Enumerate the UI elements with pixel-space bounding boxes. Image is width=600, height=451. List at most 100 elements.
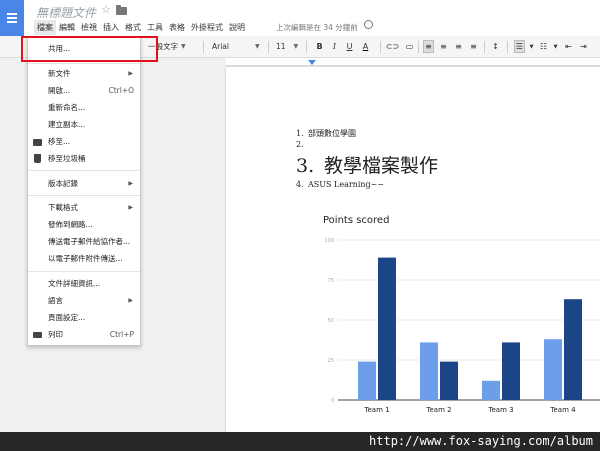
menu-item-publish[interactable]: 發佈到網路... — [28, 218, 140, 231]
chart-bar — [564, 299, 582, 400]
menu-addons[interactable]: 外掛程式 — [188, 20, 226, 35]
menu-item-download-as[interactable]: 下載格式 ▶ — [28, 201, 140, 214]
history-icon[interactable] — [364, 20, 373, 29]
submenu-arrow-icon: ▶ — [128, 180, 133, 187]
chart-bar — [440, 361, 458, 400]
menu-divider — [28, 271, 140, 272]
y-tick-label: 50 — [328, 318, 334, 324]
list-item[interactable]: 4. ASUS Learning~~ — [296, 180, 384, 189]
chart-bar — [544, 339, 562, 400]
ruler[interactable] — [226, 58, 600, 66]
menu-item-move-to[interactable]: 移至... — [28, 135, 140, 148]
highlight-box — [21, 36, 158, 62]
chart-bar — [358, 361, 376, 400]
menu-file[interactable]: 檔案 — [34, 20, 56, 35]
y-tick-label: 0 — [331, 398, 334, 404]
line-spacing-icon[interactable]: ↕ — [490, 40, 501, 53]
indent-marker[interactable] — [308, 60, 316, 65]
bold-button[interactable]: B — [314, 40, 325, 53]
italic-button[interactable]: I — [329, 40, 340, 53]
font-select[interactable]: Arial ▼ — [212, 40, 260, 53]
menu-help[interactable]: 說明 — [226, 20, 248, 35]
y-tick-label: 25 — [328, 358, 334, 364]
menu-item-document-details[interactable]: 文件詳細資訊... — [28, 277, 140, 290]
chevron-down-icon: ▼ — [293, 43, 299, 50]
list-item-heading[interactable]: 3. 教學檔案製作 — [296, 151, 438, 178]
folder-icon — [33, 139, 42, 146]
menu-item-email-attachment[interactable]: 以電子郵件附件傳送... — [28, 252, 140, 265]
menu-bar: 檔案 編輯 檢視 插入 格式 工具 表格 外掛程式 說明 — [34, 20, 248, 35]
watermark-url: http://www.fox-saying.com/album — [369, 434, 593, 448]
menu-divider — [28, 170, 140, 171]
menu-table[interactable]: 表格 — [166, 20, 188, 35]
align-right-icon[interactable]: ≡ — [453, 40, 464, 53]
chevron-down-icon: ▼ — [254, 43, 260, 50]
star-icon[interactable]: ☆ — [101, 3, 111, 16]
submenu-arrow-icon: ▶ — [128, 70, 133, 77]
align-center-icon[interactable]: ≡ — [438, 40, 449, 53]
docs-home-icon[interactable] — [0, 0, 24, 36]
decrease-indent-icon[interactable]: ⇤ — [563, 40, 574, 53]
menu-tools[interactable]: 工具 — [144, 20, 166, 35]
chart-bar — [378, 257, 396, 400]
toolbar-divider — [268, 41, 269, 53]
menu-divider — [28, 195, 140, 196]
menu-item-page-setup[interactable]: 頁面設定... — [28, 311, 140, 324]
menu-edit[interactable]: 編輯 — [56, 20, 78, 35]
menu-item-email-collaborators[interactable]: 傳送電子郵件給協作者... — [28, 235, 140, 248]
align-justify-icon[interactable]: ≡ — [468, 40, 479, 53]
embedded-chart[interactable]: Points scored 0 25 50 75 100 Team 1 Team 2 Team… — [310, 208, 600, 422]
chart-bar — [502, 342, 520, 400]
text-color-button[interactable]: A — [360, 40, 371, 53]
submenu-arrow-icon: ▶ — [128, 204, 133, 211]
menu-item-open[interactable]: 開啟... Ctrl+O — [28, 84, 140, 97]
menu-item-new[interactable]: 新文件 ▶ — [28, 67, 140, 80]
last-edit-status[interactable]: 上次編輯是在 34 分鐘前 — [276, 22, 358, 33]
y-tick-label: 75 — [328, 278, 334, 284]
underline-button[interactable]: U — [344, 40, 355, 53]
x-tick-label: Team 1 — [363, 406, 389, 414]
list-item[interactable]: 2. — [296, 140, 308, 149]
y-tick-label: 100 — [324, 238, 334, 244]
align-left-icon[interactable]: ≡ — [423, 40, 434, 53]
folder-icon[interactable] — [116, 5, 127, 15]
chevron-down-icon[interactable]: ▼ — [550, 40, 561, 53]
chart-bar — [482, 380, 500, 400]
x-tick-label: Team 2 — [425, 406, 451, 414]
trash-icon — [34, 154, 41, 163]
comment-icon[interactable]: ▭ — [404, 40, 415, 53]
list-item[interactable]: 1. 部頭數位學園 — [296, 128, 356, 139]
link-icon[interactable]: ⊂⊃ — [386, 40, 399, 53]
watermark-bar: http://www.fox-saying.com/album — [0, 432, 600, 451]
print-icon — [33, 332, 42, 338]
menu-item-make-copy[interactable]: 建立副本... — [28, 118, 140, 131]
app-header: 無標題文件 ☆ 檔案 編輯 檢視 插入 格式 工具 表格 外掛程式 說明 上次編… — [0, 0, 600, 36]
toolbar-divider — [507, 41, 508, 53]
numbered-list-icon[interactable]: ☰ — [514, 40, 525, 53]
chevron-down-icon[interactable]: ▼ — [526, 40, 537, 53]
menu-item-print[interactable]: 列印 Ctrl+P — [28, 328, 140, 341]
submenu-arrow-icon: ▶ — [128, 297, 133, 304]
font-size-select[interactable]: 11 ▼ — [276, 40, 298, 53]
toolbar-divider — [484, 41, 485, 53]
toolbar-divider — [418, 41, 419, 53]
menu-item-version-history[interactable]: 版本記錄 ▶ — [28, 177, 140, 190]
chevron-down-icon: ▼ — [181, 43, 186, 50]
menu-view[interactable]: 檢視 — [78, 20, 100, 35]
menu-format[interactable]: 格式 — [122, 20, 144, 35]
toolbar-divider — [306, 41, 307, 53]
increase-indent-icon[interactable]: ⇥ — [578, 40, 589, 53]
menu-item-rename[interactable]: 重新命名... — [28, 101, 140, 114]
x-tick-label: Team 4 — [549, 406, 576, 414]
document-title[interactable]: 無標題文件 — [36, 4, 96, 21]
menu-item-trash[interactable]: 移至垃圾桶 — [28, 152, 140, 165]
menu-item-language[interactable]: 語言 ▶ — [28, 294, 140, 307]
chart-bar — [420, 342, 438, 400]
menu-divider — [28, 63, 140, 64]
toolbar-divider — [203, 41, 204, 53]
file-menu-dropdown: 共用... 新文件 ▶ 開啟... Ctrl+O 重新命名... 建立副本... 移… — [27, 37, 141, 346]
menu-insert[interactable]: 插入 — [100, 20, 122, 35]
bulleted-list-icon[interactable]: ☷ — [538, 40, 549, 53]
x-tick-label: Team 3 — [487, 406, 513, 414]
chart-title: Points scored — [323, 215, 390, 226]
